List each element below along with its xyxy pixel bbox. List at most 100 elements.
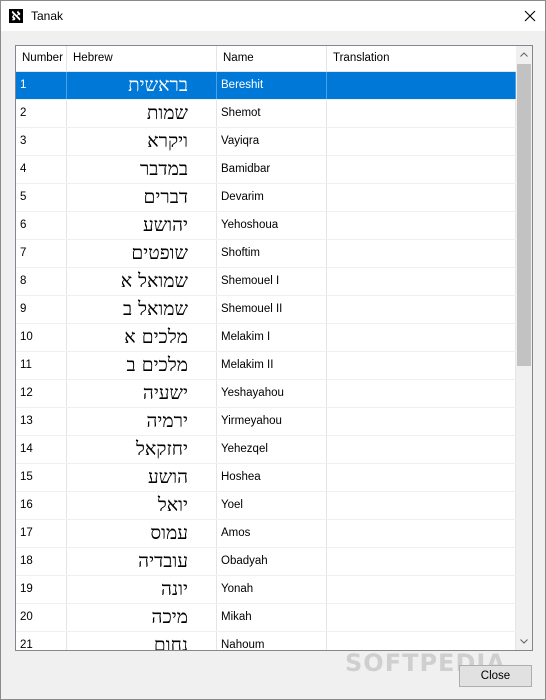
table-row[interactable]: 12 ישעיה Yeshayahou bbox=[16, 380, 516, 408]
list-rows: 1 בראשית Bereshit 2 שמות Shemot 3 ויקרא Vayiqra 4… bbox=[16, 72, 516, 650]
cell-hebrew: מלכים א bbox=[67, 324, 217, 351]
list-header: Number Hebrew Name Translation bbox=[16, 46, 516, 72]
cell-number: 13 bbox=[16, 408, 67, 435]
cell-translation bbox=[327, 268, 516, 295]
cell-hebrew: נחום bbox=[67, 632, 217, 650]
books-list[interactable]: Number Hebrew Name Translation 1 בראשית Be… bbox=[15, 45, 533, 651]
cell-translation bbox=[327, 240, 516, 267]
scroll-up-button[interactable] bbox=[516, 46, 532, 63]
cell-translation bbox=[327, 352, 516, 379]
cell-number: 6 bbox=[16, 212, 67, 239]
cell-translation bbox=[327, 520, 516, 547]
cell-name: Yonah bbox=[217, 576, 327, 603]
cell-number: 3 bbox=[16, 128, 67, 155]
vertical-scrollbar[interactable] bbox=[516, 46, 532, 650]
cell-hebrew: יונה bbox=[67, 576, 217, 603]
cell-translation bbox=[327, 156, 516, 183]
table-row[interactable]: 15 הושע Hoshea bbox=[16, 464, 516, 492]
column-header-name[interactable]: Name bbox=[217, 46, 327, 71]
cell-name: Yehezqel bbox=[217, 436, 327, 463]
table-row[interactable]: 16 יואל Yoel bbox=[16, 492, 516, 520]
table-row[interactable]: 2 שמות Shemot bbox=[16, 100, 516, 128]
table-row[interactable]: 8 שמואל א Shemouel I bbox=[16, 268, 516, 296]
table-row[interactable]: 9 שמואל ב Shemouel II bbox=[16, 296, 516, 324]
cell-translation bbox=[327, 100, 516, 127]
cell-number: 16 bbox=[16, 492, 67, 519]
cell-hebrew: שמואל ב bbox=[67, 296, 217, 323]
close-button[interactable]: Close bbox=[459, 665, 532, 687]
table-row[interactable]: 10 מלכים א Melakim I bbox=[16, 324, 516, 352]
window-close-button[interactable] bbox=[515, 1, 545, 31]
cell-hebrew: ירמיה bbox=[67, 408, 217, 435]
cell-name: Yeshayahou bbox=[217, 380, 327, 407]
column-header-hebrew[interactable]: Hebrew bbox=[67, 46, 217, 71]
cell-translation bbox=[327, 464, 516, 491]
table-row[interactable]: 19 יונה Yonah bbox=[16, 576, 516, 604]
cell-number: 9 bbox=[16, 296, 67, 323]
cell-hebrew: שמואל א bbox=[67, 268, 217, 295]
cell-name: Shemouel II bbox=[217, 296, 327, 323]
table-row[interactable]: 20 מיכה Mikah bbox=[16, 604, 516, 632]
column-header-number[interactable]: Number bbox=[16, 46, 67, 71]
cell-number: 19 bbox=[16, 576, 67, 603]
cell-number: 4 bbox=[16, 156, 67, 183]
cell-translation bbox=[327, 548, 516, 575]
cell-hebrew: שופטים bbox=[67, 240, 217, 267]
cell-name: Yehoshoua bbox=[217, 212, 327, 239]
column-header-translation[interactable]: Translation bbox=[327, 46, 516, 71]
cell-translation bbox=[327, 128, 516, 155]
cell-number: 8 bbox=[16, 268, 67, 295]
cell-name: Vayiqra bbox=[217, 128, 327, 155]
cell-translation bbox=[327, 436, 516, 463]
table-row[interactable]: 18 עובדיה Obadyah bbox=[16, 548, 516, 576]
scroll-down-button[interactable] bbox=[516, 633, 532, 650]
table-row[interactable]: 13 ירמיה Yirmeyahou bbox=[16, 408, 516, 436]
cell-name: Melakim I bbox=[217, 324, 327, 351]
cell-number: 11 bbox=[16, 352, 67, 379]
scroll-thumb[interactable] bbox=[517, 64, 531, 366]
cell-translation bbox=[327, 604, 516, 631]
cell-name: Nahoum bbox=[217, 632, 327, 650]
close-icon bbox=[524, 10, 536, 22]
table-row[interactable]: 11 מלכים ב Melakim II bbox=[16, 352, 516, 380]
aleph-app-icon: ℵ bbox=[9, 9, 23, 23]
cell-number: 17 bbox=[16, 520, 67, 547]
table-row[interactable]: 17 עמוס Amos bbox=[16, 520, 516, 548]
title-bar[interactable]: ℵ Tanak bbox=[1, 1, 545, 31]
cell-hebrew: מלכים ב bbox=[67, 352, 217, 379]
cell-number: 1 bbox=[16, 72, 67, 99]
table-row[interactable]: 5 דברים Devarim bbox=[16, 184, 516, 212]
cell-name: Hoshea bbox=[217, 464, 327, 491]
cell-translation bbox=[327, 184, 516, 211]
cell-name: Shemot bbox=[217, 100, 327, 127]
cell-translation bbox=[327, 576, 516, 603]
cell-name: Amos bbox=[217, 520, 327, 547]
cell-name: Bamidbar bbox=[217, 156, 327, 183]
cell-name: Shoftim bbox=[217, 240, 327, 267]
table-row[interactable]: 7 שופטים Shoftim bbox=[16, 240, 516, 268]
chevron-down-icon bbox=[520, 639, 528, 644]
cell-translation bbox=[327, 408, 516, 435]
cell-translation bbox=[327, 380, 516, 407]
cell-name: Shemouel I bbox=[217, 268, 327, 295]
cell-hebrew: הושע bbox=[67, 464, 217, 491]
cell-name: Devarim bbox=[217, 184, 327, 211]
cell-hebrew: עובדיה bbox=[67, 548, 217, 575]
cell-translation bbox=[327, 324, 516, 351]
cell-name: Bereshit bbox=[217, 72, 327, 99]
cell-hebrew: מיכה bbox=[67, 604, 217, 631]
cell-hebrew: שמות bbox=[67, 100, 217, 127]
cell-name: Yoel bbox=[217, 492, 327, 519]
table-row[interactable]: 3 ויקרא Vayiqra bbox=[16, 128, 516, 156]
cell-hebrew: דברים bbox=[67, 184, 217, 211]
cell-hebrew: בראשית bbox=[67, 72, 217, 99]
cell-hebrew: יואל bbox=[67, 492, 217, 519]
cell-translation bbox=[327, 296, 516, 323]
cell-number: 10 bbox=[16, 324, 67, 351]
table-row[interactable]: 1 בראשית Bereshit bbox=[16, 72, 516, 100]
table-row[interactable]: 4 במדבר Bamidbar bbox=[16, 156, 516, 184]
table-row[interactable]: 14 יחזקאל Yehezqel bbox=[16, 436, 516, 464]
cell-hebrew: יהושע bbox=[67, 212, 217, 239]
table-row[interactable]: 6 יהושע Yehoshoua bbox=[16, 212, 516, 240]
cell-number: 7 bbox=[16, 240, 67, 267]
